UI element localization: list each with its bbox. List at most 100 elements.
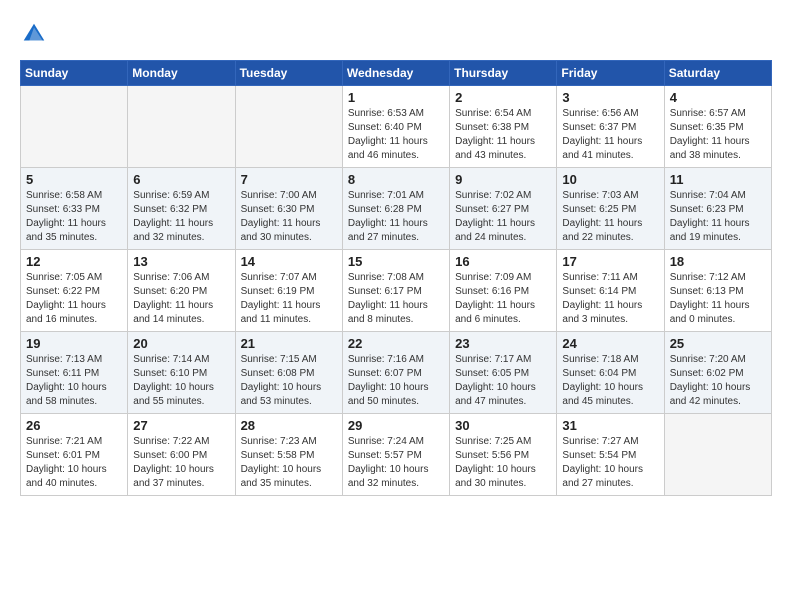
day-number: 11 — [670, 172, 766, 187]
calendar-cell — [21, 86, 128, 168]
day-number: 31 — [562, 418, 658, 433]
calendar-header-saturday: Saturday — [664, 61, 771, 86]
calendar-cell: 19Sunrise: 7:13 AM Sunset: 6:11 PM Dayli… — [21, 332, 128, 414]
calendar-cell: 21 Sunrise: 7:15 AM Sunset: 6:08 PM Dayli… — [235, 332, 342, 414]
calendar-cell: 24Sunrise: 7:18 AM Sunset: 6:04 PM Dayli… — [557, 332, 664, 414]
day-number: 5 — [26, 172, 122, 187]
day-info: Sunrise: 7:15 AM Sunset: 6:08 PM Dayligh… — [241, 353, 337, 409]
day-number: 4 — [670, 90, 766, 105]
day-number: 17 — [562, 254, 658, 269]
calendar-cell: 29 Sunrise: 7:24 AM Sunset: 5:57 PM Dayli… — [342, 414, 449, 496]
calendar-cell: 12 Sunrise: 7:05 AM Sunset: 6:22 PM Dayli… — [21, 250, 128, 332]
day-number: 22 — [348, 336, 444, 351]
day-info: Sunrise: 6:53 AM Sunset: 6:40 PM Dayligh… — [348, 107, 444, 163]
calendar-cell: 11 Sunrise: 7:04 AM Sunset: 6:23 PM Dayli… — [664, 168, 771, 250]
calendar-cell: 9 Sunrise: 7:02 AM Sunset: 6:27 PM Daylig… — [450, 168, 557, 250]
day-number: 10 — [562, 172, 658, 187]
day-info: Sunrise: 6:59 AM Sunset: 6:32 PM Dayligh… — [133, 189, 229, 245]
day-info: Sunrise: 7:24 AM Sunset: 5:57 PM Dayligh… — [348, 435, 444, 491]
calendar-cell: 16Sunrise: 7:09 AM Sunset: 6:16 PM Dayli… — [450, 250, 557, 332]
day-number: 6 — [133, 172, 229, 187]
calendar-cell: 2Sunrise: 6:54 AM Sunset: 6:38 PM Daylig… — [450, 86, 557, 168]
calendar-week-row: 1 Sunrise: 6:53 AM Sunset: 6:40 PM Daylig… — [21, 86, 772, 168]
day-info: Sunrise: 7:01 AM Sunset: 6:28 PM Dayligh… — [348, 189, 444, 245]
calendar-cell — [235, 86, 342, 168]
day-number: 28 — [241, 418, 337, 433]
day-number: 29 — [348, 418, 444, 433]
day-info: Sunrise: 6:58 AM Sunset: 6:33 PM Dayligh… — [26, 189, 122, 245]
calendar-cell: 28 Sunrise: 7:23 AM Sunset: 5:58 PM Dayli… — [235, 414, 342, 496]
calendar-cell: 17 Sunrise: 7:11 AM Sunset: 6:14 PM Dayli… — [557, 250, 664, 332]
calendar-header-row: SundayMondayTuesdayWednesdayThursdayFrid… — [21, 61, 772, 86]
day-number: 2 — [455, 90, 551, 105]
calendar-week-row: 19Sunrise: 7:13 AM Sunset: 6:11 PM Dayli… — [21, 332, 772, 414]
day-info: Sunrise: 7:05 AM Sunset: 6:22 PM Dayligh… — [26, 271, 122, 327]
day-info: Sunrise: 7:21 AM Sunset: 6:01 PM Dayligh… — [26, 435, 122, 491]
calendar-header-thursday: Thursday — [450, 61, 557, 86]
calendar-cell: 30 Sunrise: 7:25 AM Sunset: 5:56 PM Dayli… — [450, 414, 557, 496]
calendar-header-monday: Monday — [128, 61, 235, 86]
day-info: Sunrise: 7:14 AM Sunset: 6:10 PM Dayligh… — [133, 353, 229, 409]
day-number: 20 — [133, 336, 229, 351]
calendar-cell: 5 Sunrise: 6:58 AM Sunset: 6:33 PM Daylig… — [21, 168, 128, 250]
day-number: 14 — [241, 254, 337, 269]
day-number: 9 — [455, 172, 551, 187]
calendar-header-sunday: Sunday — [21, 61, 128, 86]
day-info: Sunrise: 7:20 AM Sunset: 6:02 PM Dayligh… — [670, 353, 766, 409]
page-header — [20, 20, 772, 48]
calendar-cell: 8 Sunrise: 7:01 AM Sunset: 6:28 PM Daylig… — [342, 168, 449, 250]
calendar-cell: 15Sunrise: 7:08 AM Sunset: 6:17 PM Dayli… — [342, 250, 449, 332]
calendar-week-row: 5 Sunrise: 6:58 AM Sunset: 6:33 PM Daylig… — [21, 168, 772, 250]
day-info: Sunrise: 7:00 AM Sunset: 6:30 PM Dayligh… — [241, 189, 337, 245]
day-number: 1 — [348, 90, 444, 105]
day-info: Sunrise: 7:23 AM Sunset: 5:58 PM Dayligh… — [241, 435, 337, 491]
day-info: Sunrise: 7:06 AM Sunset: 6:20 PM Dayligh… — [133, 271, 229, 327]
calendar-cell: 13Sunrise: 7:06 AM Sunset: 6:20 PM Dayli… — [128, 250, 235, 332]
logo — [20, 20, 52, 48]
day-number: 18 — [670, 254, 766, 269]
day-info: Sunrise: 7:07 AM Sunset: 6:19 PM Dayligh… — [241, 271, 337, 327]
day-number: 26 — [26, 418, 122, 433]
calendar-cell: 7 Sunrise: 7:00 AM Sunset: 6:30 PM Daylig… — [235, 168, 342, 250]
day-number: 8 — [348, 172, 444, 187]
day-number: 12 — [26, 254, 122, 269]
day-number: 7 — [241, 172, 337, 187]
calendar-week-row: 12 Sunrise: 7:05 AM Sunset: 6:22 PM Dayli… — [21, 250, 772, 332]
calendar-cell: 1 Sunrise: 6:53 AM Sunset: 6:40 PM Daylig… — [342, 86, 449, 168]
day-number: 23 — [455, 336, 551, 351]
day-number: 25 — [670, 336, 766, 351]
day-number: 21 — [241, 336, 337, 351]
calendar-cell: 26 Sunrise: 7:21 AM Sunset: 6:01 PM Dayli… — [21, 414, 128, 496]
calendar-cell: 23Sunrise: 7:17 AM Sunset: 6:05 PM Dayli… — [450, 332, 557, 414]
day-info: Sunrise: 7:04 AM Sunset: 6:23 PM Dayligh… — [670, 189, 766, 245]
day-info: Sunrise: 7:18 AM Sunset: 6:04 PM Dayligh… — [562, 353, 658, 409]
calendar-cell: 31 Sunrise: 7:27 AM Sunset: 5:54 PM Dayli… — [557, 414, 664, 496]
calendar-cell: 10 Sunrise: 7:03 AM Sunset: 6:25 PM Dayli… — [557, 168, 664, 250]
calendar-header-tuesday: Tuesday — [235, 61, 342, 86]
day-number: 27 — [133, 418, 229, 433]
day-info: Sunrise: 7:25 AM Sunset: 5:56 PM Dayligh… — [455, 435, 551, 491]
day-info: Sunrise: 7:13 AM Sunset: 6:11 PM Dayligh… — [26, 353, 122, 409]
calendar-week-row: 26 Sunrise: 7:21 AM Sunset: 6:01 PM Dayli… — [21, 414, 772, 496]
day-number: 30 — [455, 418, 551, 433]
day-info: Sunrise: 6:57 AM Sunset: 6:35 PM Dayligh… — [670, 107, 766, 163]
day-info: Sunrise: 7:11 AM Sunset: 6:14 PM Dayligh… — [562, 271, 658, 327]
calendar-cell: 4 Sunrise: 6:57 AM Sunset: 6:35 PM Daylig… — [664, 86, 771, 168]
calendar-cell: 22 Sunrise: 7:16 AM Sunset: 6:07 PM Dayli… — [342, 332, 449, 414]
calendar-cell — [664, 414, 771, 496]
day-number: 3 — [562, 90, 658, 105]
day-info: Sunrise: 7:02 AM Sunset: 6:27 PM Dayligh… — [455, 189, 551, 245]
day-info: Sunrise: 7:08 AM Sunset: 6:17 PM Dayligh… — [348, 271, 444, 327]
day-info: Sunrise: 7:27 AM Sunset: 5:54 PM Dayligh… — [562, 435, 658, 491]
day-info: Sunrise: 7:09 AM Sunset: 6:16 PM Dayligh… — [455, 271, 551, 327]
calendar-table: SundayMondayTuesdayWednesdayThursdayFrid… — [20, 60, 772, 496]
calendar-cell: 20 Sunrise: 7:14 AM Sunset: 6:10 PM Dayli… — [128, 332, 235, 414]
day-info: Sunrise: 6:56 AM Sunset: 6:37 PM Dayligh… — [562, 107, 658, 163]
calendar-cell: 27Sunrise: 7:22 AM Sunset: 6:00 PM Dayli… — [128, 414, 235, 496]
calendar-cell: 3 Sunrise: 6:56 AM Sunset: 6:37 PM Daylig… — [557, 86, 664, 168]
day-info: Sunrise: 7:03 AM Sunset: 6:25 PM Dayligh… — [562, 189, 658, 245]
calendar-header-friday: Friday — [557, 61, 664, 86]
day-info: Sunrise: 7:12 AM Sunset: 6:13 PM Dayligh… — [670, 271, 766, 327]
calendar-header-wednesday: Wednesday — [342, 61, 449, 86]
day-info: Sunrise: 7:16 AM Sunset: 6:07 PM Dayligh… — [348, 353, 444, 409]
